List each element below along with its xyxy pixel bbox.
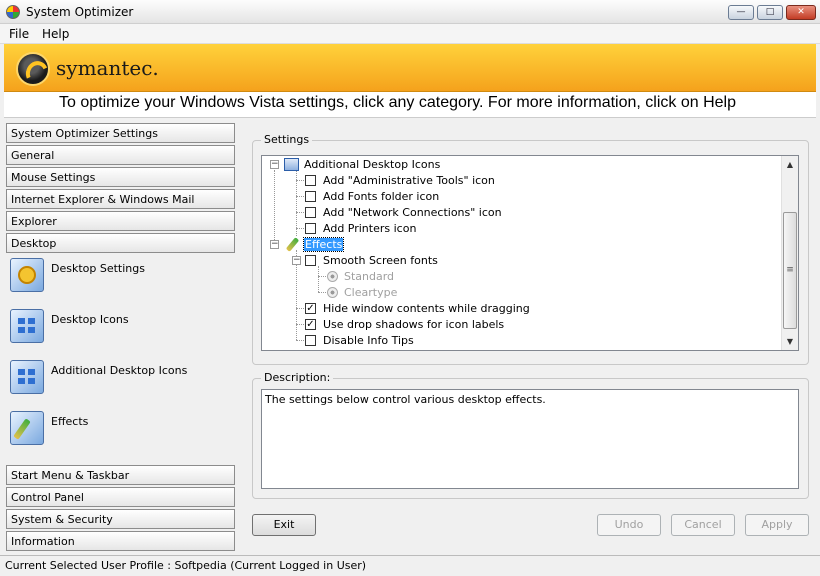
category-explorer[interactable]: Explorer bbox=[6, 211, 235, 231]
desktop-icons-icon bbox=[10, 309, 44, 343]
tree-scrollbar[interactable]: ▲ ≡ ▼ bbox=[781, 156, 798, 350]
status-bar: Current Selected User Profile : Softpedi… bbox=[0, 555, 820, 576]
tree-item-network-connections[interactable]: Add "Network Connections" icon bbox=[262, 205, 772, 221]
scroll-thumb[interactable]: ≡ bbox=[783, 212, 797, 329]
tree-item-disable-info-tips[interactable]: Disable Info Tips bbox=[262, 333, 772, 349]
subitem-label: Effects bbox=[51, 415, 89, 428]
tree-item-drop-shadows[interactable]: ✓ Use drop shadows for icon labels bbox=[262, 317, 772, 333]
category-internet-explorer[interactable]: Internet Explorer & Windows Mail bbox=[6, 189, 235, 209]
menu-help[interactable]: Help bbox=[42, 27, 69, 41]
checkbox[interactable] bbox=[305, 191, 316, 202]
checkbox[interactable] bbox=[305, 207, 316, 218]
tree-item-label: Add Printers icon bbox=[323, 222, 417, 235]
tree-item-label: Add Fonts folder icon bbox=[323, 190, 440, 203]
tree-item-fonts-folder[interactable]: Add Fonts folder icon bbox=[262, 189, 772, 205]
menu-bar: File Help bbox=[0, 24, 820, 44]
radio-button[interactable] bbox=[327, 271, 338, 282]
radio-button[interactable] bbox=[327, 287, 338, 298]
subitem-effects[interactable]: Effects bbox=[10, 411, 230, 451]
app-icon bbox=[6, 5, 20, 19]
title-bar: System Optimizer — □ ✕ bbox=[0, 0, 820, 24]
subitem-desktop-icons[interactable]: Desktop Icons bbox=[10, 309, 230, 349]
category-system-optimizer-settings[interactable]: System Optimizer Settings bbox=[6, 123, 235, 143]
close-button[interactable]: ✕ bbox=[786, 5, 816, 20]
checkbox[interactable]: ✓ bbox=[305, 319, 316, 330]
category-information[interactable]: Information bbox=[6, 531, 235, 551]
tree-item-label: Hide window contents while dragging bbox=[323, 302, 530, 315]
description-text: The settings below control various deskt… bbox=[261, 389, 799, 489]
category-general[interactable]: General bbox=[6, 145, 235, 165]
exit-button[interactable]: Exit bbox=[252, 514, 316, 536]
description-group: Description: The settings below control … bbox=[252, 371, 809, 499]
category-system-security[interactable]: System & Security bbox=[6, 509, 235, 529]
settings-tree: − Additional Desktop Icons Add "Administ… bbox=[261, 155, 799, 351]
tree-group-label: Additional Desktop Icons bbox=[304, 158, 441, 171]
instruction-text: To optimize your Windows Vista settings,… bbox=[4, 92, 816, 118]
apply-button[interactable]: Apply bbox=[745, 514, 809, 536]
tree-group-additional-desktop-icons[interactable]: − Additional Desktop Icons bbox=[262, 157, 772, 173]
checkbox[interactable] bbox=[305, 223, 316, 234]
collapse-icon[interactable]: − bbox=[270, 240, 279, 249]
tree-item-label: Add "Administrative Tools" icon bbox=[323, 174, 495, 187]
tree-item-label: Use drop shadows for icon labels bbox=[323, 318, 505, 331]
checkbox[interactable] bbox=[305, 335, 316, 346]
desktop-icons-icon bbox=[284, 158, 299, 171]
checkbox[interactable]: ✓ bbox=[305, 303, 316, 314]
undo-button[interactable]: Undo bbox=[597, 514, 661, 536]
desktop-settings-icon bbox=[10, 258, 44, 292]
tree-item-standard[interactable]: Standard bbox=[262, 269, 772, 285]
tree-item-cleartype[interactable]: Cleartype bbox=[262, 285, 772, 301]
tree-item-label: Smooth Screen fonts bbox=[323, 254, 438, 267]
cancel-button[interactable]: Cancel bbox=[671, 514, 735, 536]
subitem-desktop-settings[interactable]: Desktop Settings bbox=[10, 258, 230, 298]
checkbox[interactable] bbox=[305, 175, 316, 186]
tree-item-label: Disable Info Tips bbox=[323, 334, 414, 347]
scroll-up-icon[interactable]: ▲ bbox=[782, 156, 798, 173]
tree-group-label: Effects bbox=[302, 237, 345, 252]
collapse-icon[interactable]: − bbox=[292, 256, 301, 265]
tree-item-label: Standard bbox=[344, 270, 395, 283]
effects-brush-icon bbox=[285, 237, 300, 252]
desktop-subpanel: Desktop Settings Desktop Icons Additiona… bbox=[6, 258, 235, 464]
tree-item-printers[interactable]: Add Printers icon bbox=[262, 221, 772, 237]
brand-name: symantec. bbox=[56, 56, 159, 80]
effects-icon bbox=[10, 411, 44, 445]
checkbox[interactable] bbox=[305, 255, 316, 266]
collapse-icon[interactable]: − bbox=[270, 160, 279, 169]
tree-item-hide-window-contents[interactable]: ✓ Hide window contents while dragging bbox=[262, 301, 772, 317]
subitem-additional-desktop-icons[interactable]: Additional Desktop Icons bbox=[10, 360, 230, 400]
minimize-button[interactable]: — bbox=[728, 5, 754, 20]
window-title: System Optimizer bbox=[26, 5, 134, 19]
tree-item-smooth-fonts[interactable]: − Smooth Screen fonts bbox=[262, 253, 772, 269]
tree-group-effects[interactable]: − Effects bbox=[262, 237, 772, 253]
subitem-label: Desktop Icons bbox=[51, 313, 129, 326]
category-control-panel[interactable]: Control Panel bbox=[6, 487, 235, 507]
tree-item-admin-tools[interactable]: Add "Administrative Tools" icon bbox=[262, 173, 772, 189]
settings-group: Settings − Additional Desktop Icons Add … bbox=[252, 133, 809, 365]
description-group-label: Description: bbox=[261, 371, 334, 384]
settings-group-label: Settings bbox=[261, 133, 313, 146]
category-sidebar: System Optimizer Settings General Mouse … bbox=[4, 120, 236, 552]
brand-banner: symantec. bbox=[4, 44, 816, 92]
additional-desktop-icons-icon bbox=[10, 360, 44, 394]
category-mouse-settings[interactable]: Mouse Settings bbox=[6, 167, 235, 187]
scroll-down-icon[interactable]: ▼ bbox=[782, 333, 798, 350]
tree-item-label: Cleartype bbox=[344, 286, 398, 299]
subitem-label: Desktop Settings bbox=[51, 262, 145, 275]
menu-file[interactable]: File bbox=[9, 27, 29, 41]
tree-item-label: Add "Network Connections" icon bbox=[323, 206, 502, 219]
maximize-button[interactable]: □ bbox=[757, 5, 783, 20]
category-desktop[interactable]: Desktop bbox=[6, 233, 235, 253]
subitem-label: Additional Desktop Icons bbox=[51, 364, 188, 377]
category-start-menu-taskbar[interactable]: Start Menu & Taskbar bbox=[6, 465, 235, 485]
symantec-logo-icon bbox=[16, 52, 50, 86]
